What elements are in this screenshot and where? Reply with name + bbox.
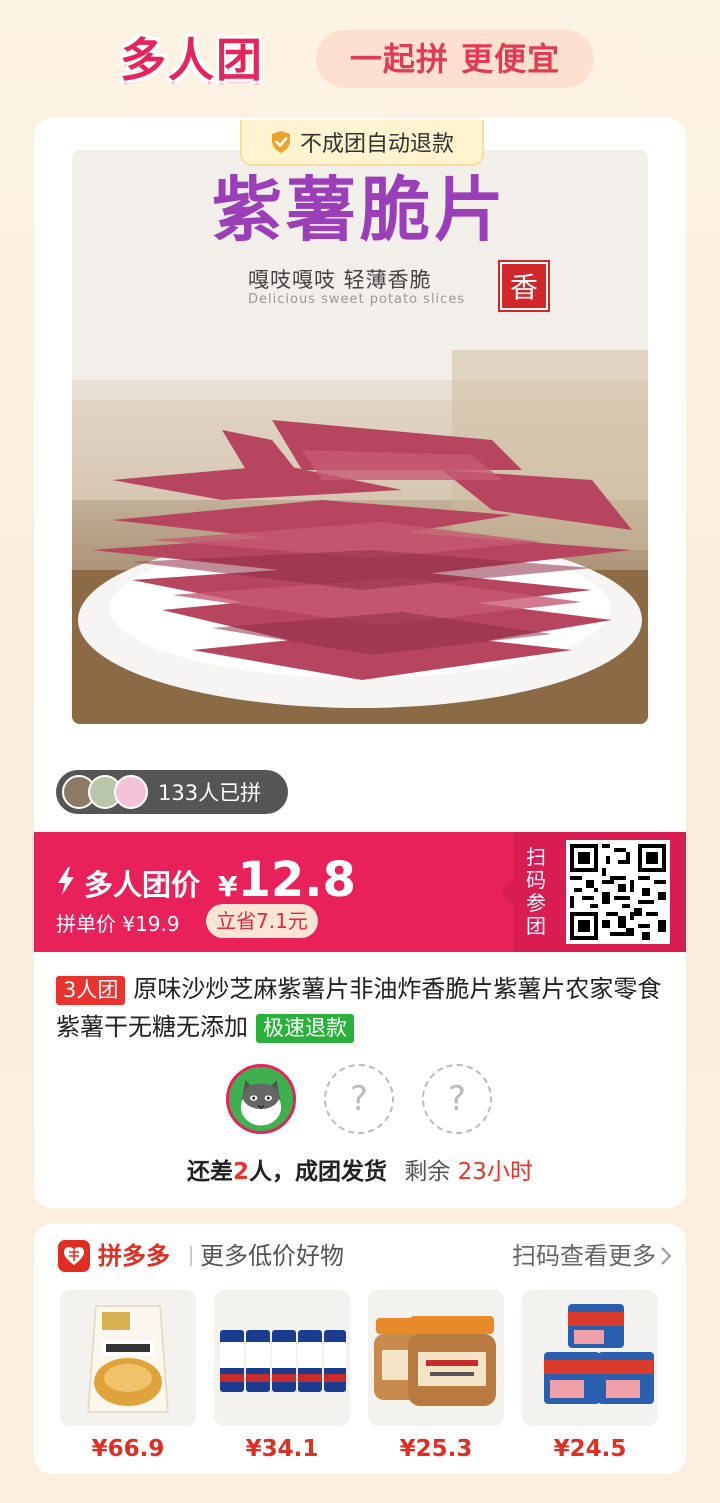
- pinduoduo-logo-icon: [58, 1240, 90, 1272]
- recommend-item[interactable]: [522, 1290, 658, 1426]
- product-title-block: 3人团 原味沙炒芝麻紫薯片非油炸香脆片紫薯片农家零食紫薯干无糖无添加 极速退款: [56, 970, 668, 1046]
- image-english-caption: Delicious sweet potato slices: [248, 292, 466, 307]
- remain-label: 剩余: [404, 1159, 451, 1185]
- brand-logo: 多人团: [120, 33, 264, 87]
- single-price: 拼单价 ¥19.9: [56, 912, 180, 936]
- lightning-icon: [58, 867, 74, 895]
- recommend-card: 拼多多 更多低价好物 扫码查看更多 ¥66.9 ¥34.1 ¥25.3 ¥24.…: [34, 1224, 686, 1474]
- guarantee-text: 不成团自动退款: [299, 132, 454, 157]
- guarantee-badge: 不成团自动退款: [240, 120, 484, 166]
- remain-time: 23小时: [457, 1159, 533, 1185]
- product-title: 原味沙炒芝麻紫薯片非油炸香脆片紫薯片农家零食紫薯干无糖无添加: [56, 975, 662, 1041]
- joined-count: 133人已拼: [158, 781, 262, 805]
- status-suffix: 人，成团发货: [249, 1159, 388, 1185]
- product-card: 不成团自动退款 紫薯脆片 嘎吱嘎吱 轻薄香脆 Delicious sweet p…: [34, 118, 686, 1208]
- luncheon-meat-icon: [522, 1290, 658, 1426]
- recommend-price: ¥34.1: [245, 1436, 319, 1462]
- price-bar: 多人团价 ¥12.8 拼单价 ¥19.9 立省7.1元 扫码参团: [34, 832, 686, 952]
- recommend-item[interactable]: [60, 1290, 196, 1426]
- joined-badge: 133人已拼: [56, 770, 288, 814]
- recommend-price: ¥24.5: [553, 1436, 627, 1462]
- avatar: [114, 775, 148, 809]
- pinduoduo-name: 拼多多: [98, 1242, 170, 1270]
- group-size-tag: 3人团: [56, 976, 126, 1005]
- cat-avatar-icon: [229, 1067, 293, 1131]
- fast-refund-tag: 极速退款: [256, 1014, 354, 1043]
- member-slot-empty: ?: [422, 1064, 492, 1134]
- header: 多人团 一起拼 更便宜: [0, 0, 720, 118]
- sauce-jars-icon: [368, 1290, 504, 1426]
- member-avatar-host: [226, 1064, 296, 1134]
- scan-more-link[interactable]: 扫码查看更多: [512, 1240, 656, 1272]
- currency-symbol: ¥: [218, 870, 238, 903]
- recommend-item[interactable]: [368, 1290, 504, 1426]
- qr-code[interactable]: [566, 840, 670, 944]
- member-slot-empty: ?: [324, 1064, 394, 1134]
- divider: [190, 1246, 192, 1266]
- image-stamp: 香: [498, 260, 550, 312]
- recommend-price: ¥25.3: [399, 1436, 473, 1462]
- recommend-subtitle: 更多低价好物: [200, 1242, 344, 1270]
- group-price-label: 多人团价: [84, 868, 201, 902]
- group-status: 还差2人，成团发货 剩余 23小时: [34, 1152, 686, 1186]
- slogan-pill: 一起拼 更便宜: [316, 30, 594, 88]
- image-subtitle: 嘎吱嘎吱 轻薄香脆: [248, 268, 432, 292]
- save-tag: 立省7.1元: [206, 904, 318, 938]
- scan-label: 扫码参团: [526, 845, 546, 938]
- qr-code-icon: [570, 844, 666, 940]
- image-title: 紫薯脆片: [212, 169, 508, 251]
- scan-to-join[interactable]: 扫码参团: [500, 832, 686, 952]
- status-count: 2: [233, 1159, 250, 1185]
- beer-cans-icon: [214, 1290, 350, 1426]
- recommend-price: ¥66.9: [91, 1436, 165, 1462]
- recommend-item[interactable]: [214, 1290, 350, 1426]
- status-prefix: 还差: [187, 1159, 234, 1185]
- product-image[interactable]: 紫薯脆片 嘎吱嘎吱 轻薄香脆 Delicious sweet potato sl…: [72, 150, 648, 724]
- group-price: ¥12.8: [218, 852, 356, 908]
- shield-check-icon: [271, 131, 290, 153]
- rice-bag-icon: [60, 1290, 196, 1426]
- qr-notch: [500, 880, 514, 904]
- group-price-value: 12.8: [237, 852, 356, 908]
- chevron-right-icon[interactable]: [660, 1246, 672, 1266]
